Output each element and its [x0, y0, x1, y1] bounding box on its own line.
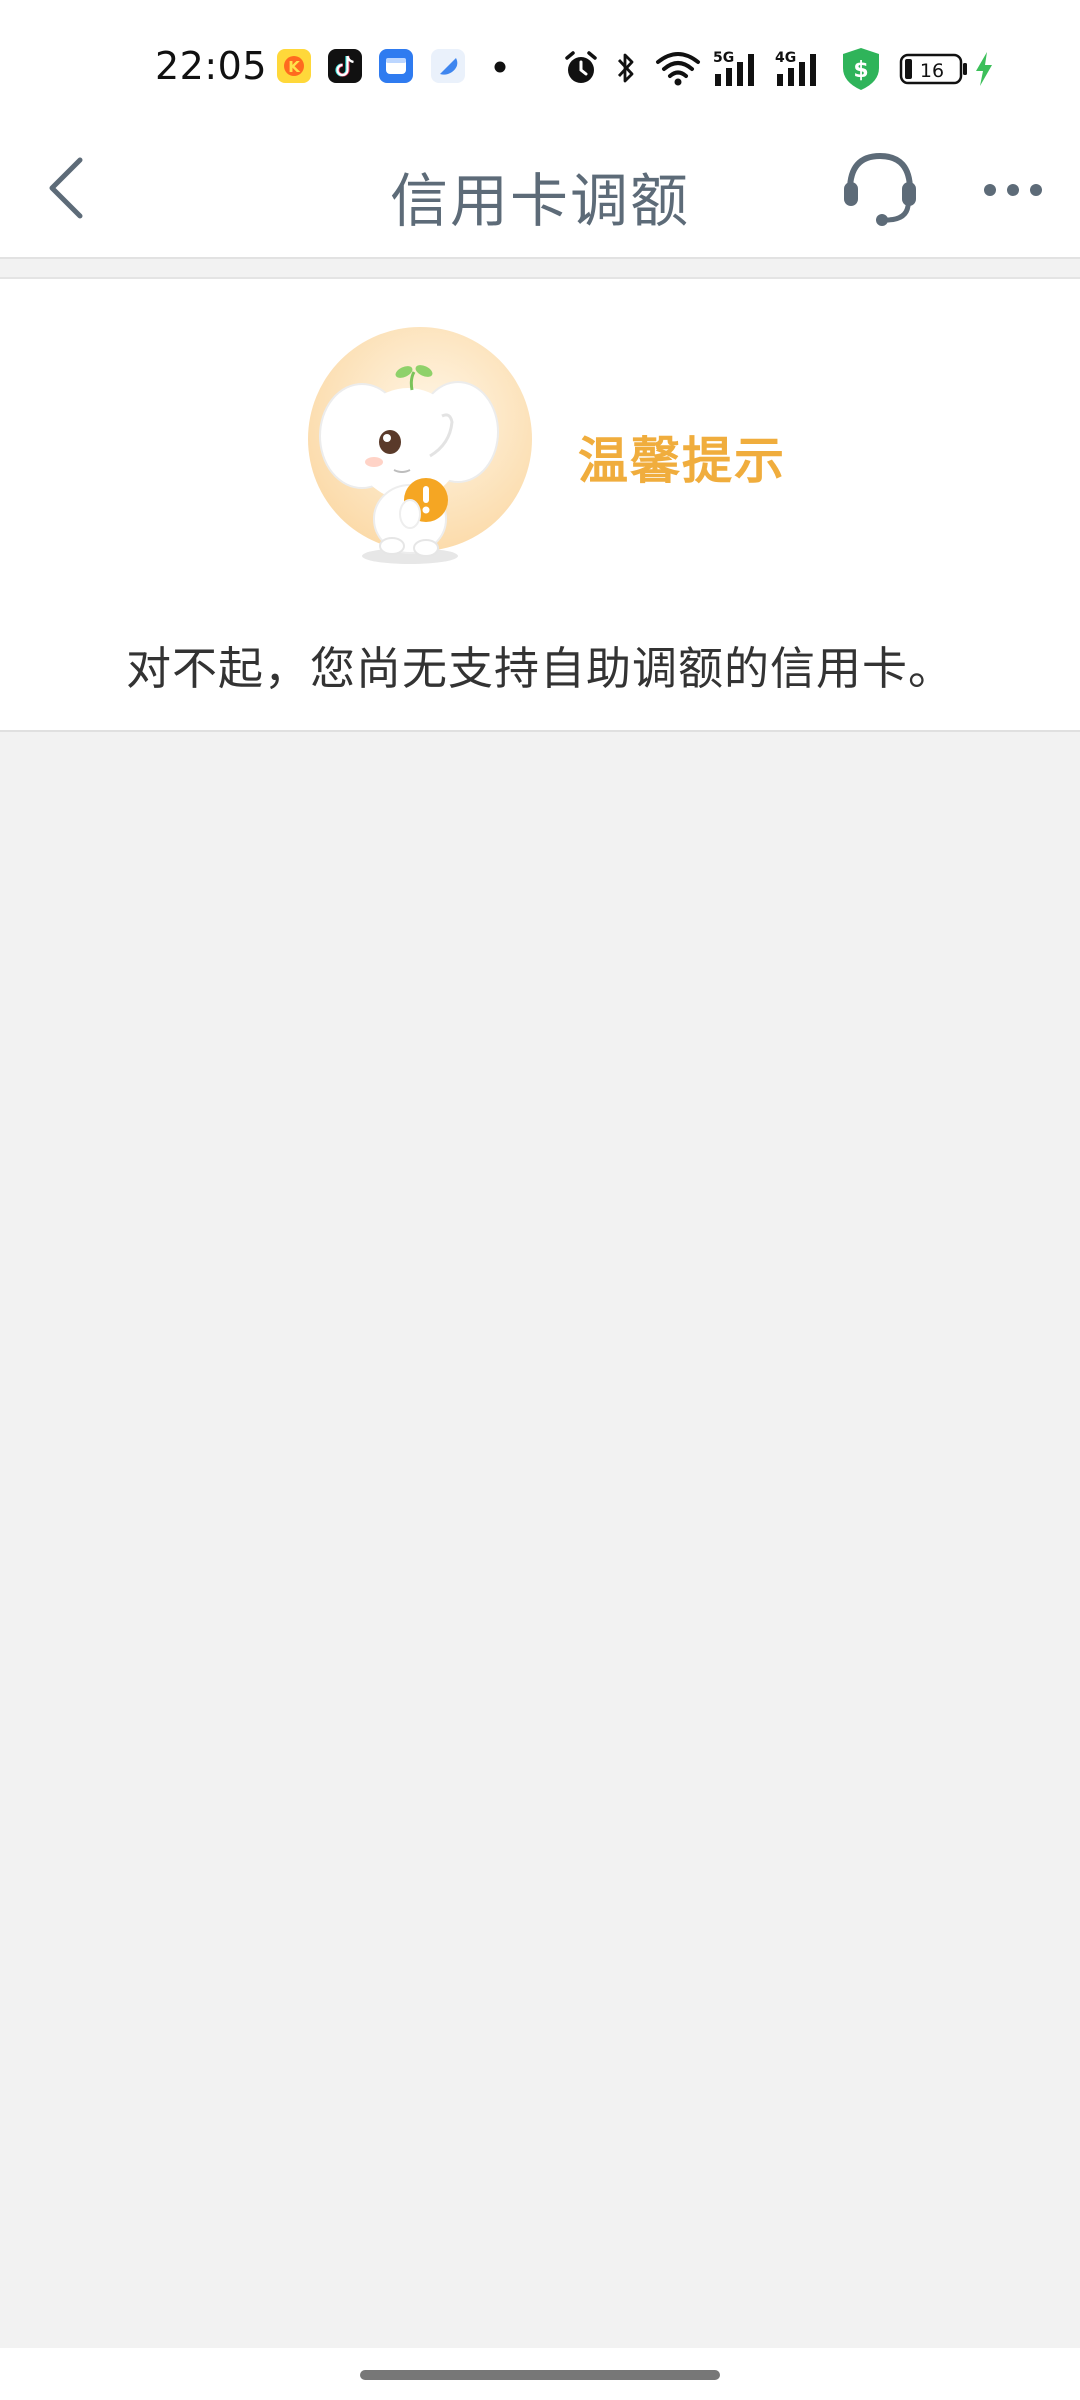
svg-text:5G: 5G	[713, 50, 734, 66]
alarm-icon	[565, 51, 597, 83]
gesture-bar	[0, 2348, 1080, 2400]
nav-bar: 信用卡调额	[0, 120, 1080, 259]
customer-service-button[interactable]	[840, 148, 920, 232]
tip-title: 温馨提示	[578, 432, 786, 490]
message-app-icon	[379, 49, 413, 83]
svg-text:4G: 4G	[775, 50, 796, 66]
security-shield-icon: $	[843, 48, 879, 90]
svg-text:16: 16	[920, 60, 944, 82]
battery-icon: 16	[899, 53, 967, 85]
charging-icon	[976, 52, 992, 86]
more-horizontal-icon	[984, 184, 1042, 196]
more-dot-icon	[494, 61, 506, 73]
headset-icon	[844, 152, 916, 226]
home-indicator[interactable]	[360, 2370, 720, 2380]
tip-card: 温馨提示 对不起，您尚无支持自助调额的信用卡。	[0, 279, 1080, 732]
blue-app-icon	[431, 49, 465, 83]
kuaishou-icon: K	[277, 49, 311, 83]
svg-text:K: K	[288, 58, 301, 76]
signal-5g-icon: 5G	[713, 50, 754, 86]
more-button[interactable]	[978, 170, 1048, 210]
tip-message: 对不起，您尚无支持自助调额的信用卡。	[125, 642, 954, 695]
status-bar: 22:05 K 5G 4G $ 16	[0, 0, 1080, 120]
status-time: 22:05	[155, 44, 268, 88]
wifi-icon	[656, 52, 700, 86]
signal-4g-icon: 4G	[775, 50, 816, 86]
elephant-mascot-image	[308, 327, 532, 564]
bluetooth-icon	[617, 53, 634, 83]
tiktok-icon	[328, 49, 362, 83]
svg-text:$: $	[853, 58, 868, 83]
section-divider	[0, 259, 1080, 279]
